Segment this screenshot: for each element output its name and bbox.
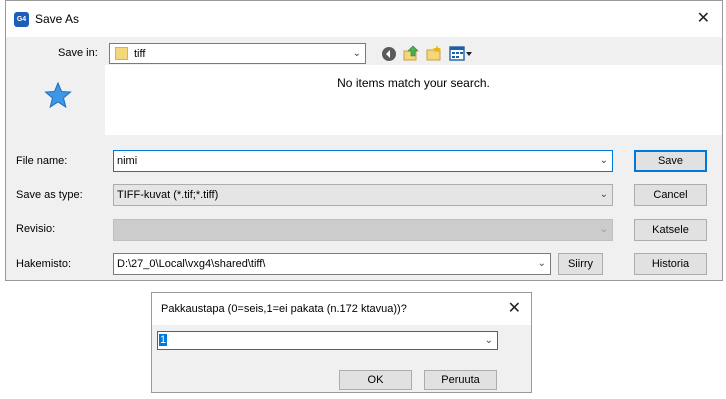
close-icon[interactable]: ✕ xyxy=(697,8,710,28)
back-icon[interactable] xyxy=(381,46,397,62)
dialog-title: Save As xyxy=(35,12,80,26)
hakemisto-label: Hakemisto: xyxy=(16,258,72,270)
historia-button[interactable]: Historia xyxy=(634,253,707,275)
file-name-value: nimi xyxy=(117,155,138,167)
cancel-button[interactable]: Cancel xyxy=(634,184,707,206)
file-name-label: File name: xyxy=(16,155,68,167)
file-name-field[interactable]: nimi ⌄ xyxy=(113,150,613,172)
empty-message: No items match your search. xyxy=(337,76,490,90)
save-as-type-dropdown[interactable]: TIFF-kuvat (*.tif;*.tiff) ⌄ xyxy=(113,184,613,206)
hakemisto-value: D:\27_0\Local\vxg4\shared\tiff\ xyxy=(117,258,266,270)
close-icon[interactable]: ✕ xyxy=(508,298,521,318)
save-as-type-label: Save as type: xyxy=(16,189,83,201)
save-in-label: Save in: xyxy=(58,47,98,59)
hakemisto-dropdown[interactable]: D:\27_0\Local\vxg4\shared\tiff\ ⌄ xyxy=(113,253,551,275)
folder-icon xyxy=(115,47,128,60)
ok-button[interactable]: OK xyxy=(339,370,412,390)
save-as-dialog: G4 Save As ✕ Save in: tiff ⌄ No items ma… xyxy=(5,0,723,281)
chevron-down-icon[interactable]: ⌄ xyxy=(600,151,608,171)
compression-dialog: Pakkaustapa (0=seis,1=ei pakata (n.172 k… xyxy=(151,292,532,393)
places-bar xyxy=(6,71,103,135)
title-bar: G4 Save As ✕ xyxy=(6,1,722,37)
revisio-label: Revisio: xyxy=(16,223,56,235)
chevron-down-icon: ⌄ xyxy=(352,48,361,59)
new-folder-icon[interactable] xyxy=(426,45,442,61)
chevron-down-icon: ⌄ xyxy=(599,224,608,235)
compression-value: 1 xyxy=(159,334,168,346)
app-icon: G4 xyxy=(14,12,29,27)
chevron-down-icon[interactable]: ⌄ xyxy=(485,332,493,349)
siirry-button[interactable]: Siirry xyxy=(558,253,603,275)
compression-value-field[interactable]: 1 ⌄ xyxy=(157,331,498,350)
revisio-dropdown: ⌄ xyxy=(113,219,613,241)
save-button[interactable]: Save xyxy=(634,150,707,172)
compression-title-bar: Pakkaustapa (0=seis,1=ei pakata (n.172 k… xyxy=(152,293,531,325)
save-as-type-value: TIFF-kuvat (*.tif;*.tiff) xyxy=(117,189,219,201)
save-in-value: tiff xyxy=(134,48,146,60)
up-folder-icon[interactable] xyxy=(403,45,419,61)
file-list[interactable]: No items match your search. xyxy=(105,65,722,135)
save-in-dropdown[interactable]: tiff ⌄ xyxy=(109,43,366,64)
chevron-down-icon: ⌄ xyxy=(537,258,546,269)
compression-prompt: Pakkaustapa (0=seis,1=ei pakata (n.172 k… xyxy=(161,303,407,315)
peruuta-button[interactable]: Peruuta xyxy=(424,370,497,390)
view-menu-icon[interactable] xyxy=(449,46,473,62)
quick-access-star-icon[interactable] xyxy=(44,81,72,109)
katsele-button[interactable]: Katsele xyxy=(634,219,707,241)
chevron-down-icon: ⌄ xyxy=(599,189,608,200)
